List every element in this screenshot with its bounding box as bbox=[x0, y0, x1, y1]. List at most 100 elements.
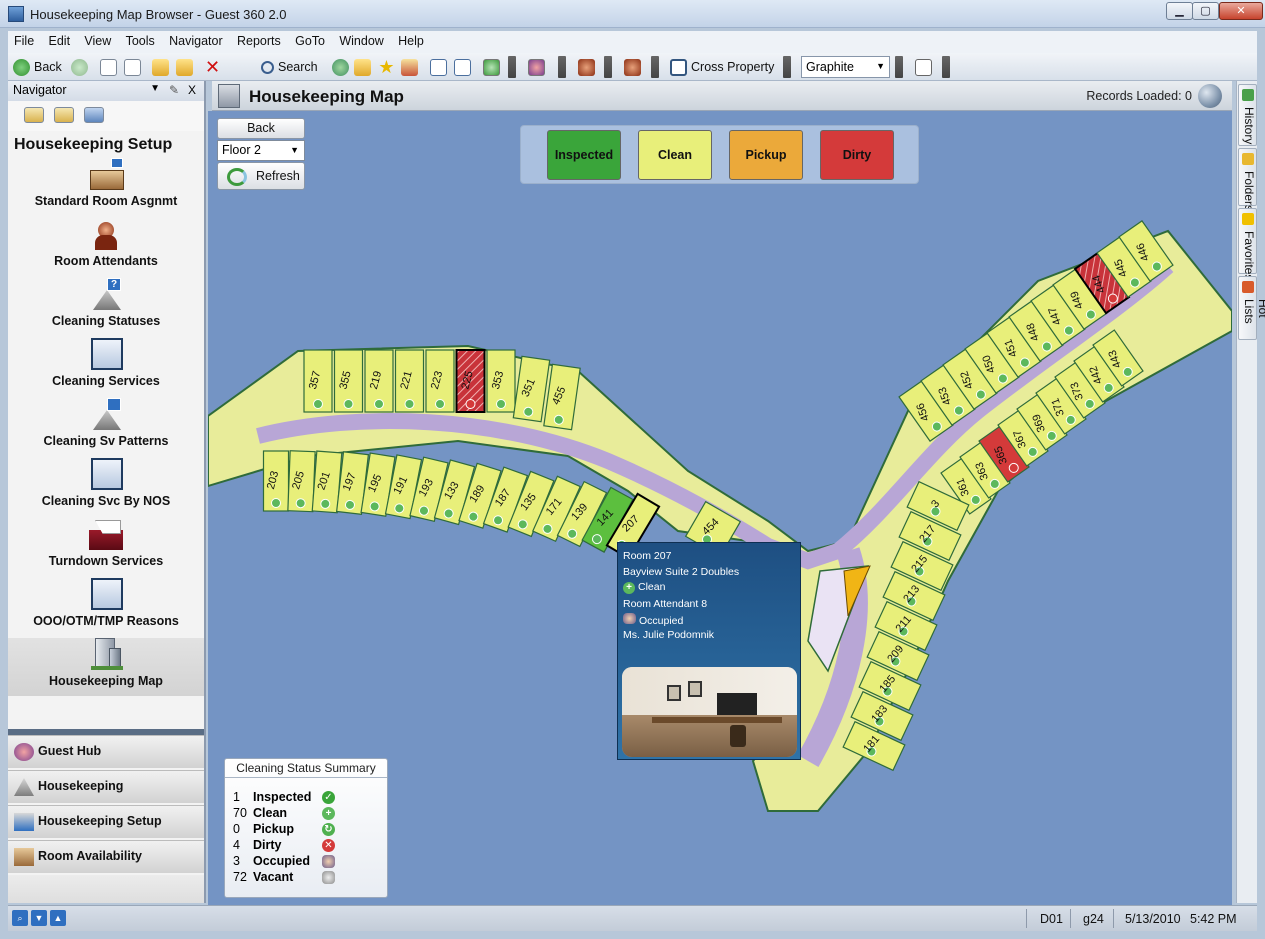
up-arrow-icon[interactable]: ▲ bbox=[50, 910, 66, 926]
cross-property-button[interactable]: Cross Property bbox=[670, 56, 774, 78]
status-bar: ⌕ ▼ ▲ D01 g24 5/13/2010 5:42 PM bbox=[8, 905, 1257, 931]
people-icon bbox=[322, 855, 335, 868]
map-refresh-button[interactable]: Refresh bbox=[217, 162, 305, 190]
legend-dirty-button[interactable]: Dirty bbox=[820, 130, 894, 180]
down-arrow-icon[interactable]: ▼ bbox=[31, 910, 47, 926]
cross-property-dropdown[interactable] bbox=[783, 56, 791, 78]
room-219[interactable]: 219 bbox=[364, 349, 394, 413]
zoom-icon[interactable]: ⌕ bbox=[12, 910, 28, 926]
nav-group-housekeeping[interactable]: Housekeeping bbox=[8, 770, 204, 803]
menu-reports[interactable]: Reports bbox=[231, 31, 286, 48]
attendant-button[interactable] bbox=[578, 56, 595, 78]
legend-inspected-button[interactable]: Inspected bbox=[547, 130, 621, 180]
nav-item-cleaning-statuses[interactable]: ? Cleaning Statuses bbox=[8, 278, 204, 336]
attendant-dropdown[interactable] bbox=[604, 56, 612, 78]
nav-item-cleaning-svc-by-nos[interactable]: Cleaning Svc By NOS bbox=[8, 458, 204, 516]
menu-help[interactable]: Help bbox=[392, 31, 429, 48]
plus-icon: + bbox=[322, 807, 335, 820]
search-button[interactable]: Search bbox=[261, 56, 318, 78]
title-bar: Housekeeping Map Browser - Guest 360 2.0… bbox=[0, 0, 1265, 28]
navigator-overflow-bar[interactable] bbox=[8, 875, 204, 903]
guests-dropdown[interactable] bbox=[558, 56, 566, 78]
navigator-tools bbox=[8, 101, 204, 131]
menu-goto[interactable]: GoTo bbox=[289, 31, 330, 48]
menu-window[interactable]: Window bbox=[333, 31, 388, 48]
building-icon bbox=[218, 84, 240, 108]
delete-button[interactable]: ✕ bbox=[204, 56, 221, 78]
panel-layout-icon bbox=[430, 58, 447, 76]
open-folder-button[interactable] bbox=[152, 56, 169, 78]
calendar-view-icon[interactable] bbox=[24, 107, 44, 123]
grid-view-icon[interactable] bbox=[54, 107, 74, 123]
phone-button[interactable] bbox=[915, 56, 932, 78]
tab-folders[interactable]: Folders bbox=[1238, 148, 1257, 211]
menu-tools[interactable]: Tools bbox=[120, 31, 160, 48]
floor-select[interactable]: Floor 2 ▼ bbox=[217, 140, 305, 161]
new-document-button[interactable] bbox=[100, 56, 117, 78]
tree-view-icon[interactable] bbox=[84, 107, 104, 123]
menu-file[interactable]: File bbox=[8, 31, 39, 48]
toolbar-dropdown[interactable] bbox=[508, 56, 516, 78]
copy-icon bbox=[124, 58, 141, 76]
edit-note-button[interactable] bbox=[401, 56, 418, 78]
menu-view[interactable]: View bbox=[78, 31, 116, 48]
theme-select[interactable]: Graphite ▼ bbox=[801, 56, 890, 78]
plus-icon bbox=[404, 399, 415, 409]
menu-navigator[interactable]: Navigator bbox=[163, 31, 228, 48]
folder-find-button[interactable] bbox=[354, 56, 371, 78]
room-221[interactable]: 221 bbox=[394, 349, 425, 413]
legend-pickup-button[interactable]: Pickup bbox=[729, 130, 803, 180]
folder-icon bbox=[1242, 153, 1254, 165]
navigator-menu-icon[interactable]: ▼ bbox=[150, 83, 160, 94]
minimize-button[interactable]: ▁ bbox=[1166, 2, 1193, 20]
right-tab-rail: History Folders Favorites Hot Lists bbox=[1236, 81, 1265, 903]
room-353[interactable]: 353 bbox=[486, 349, 516, 413]
plus-icon bbox=[320, 498, 331, 509]
phone-dropdown[interactable] bbox=[942, 56, 950, 78]
tab-history[interactable]: History bbox=[1238, 84, 1257, 146]
recycle-button[interactable] bbox=[332, 56, 349, 78]
folder-button[interactable] bbox=[176, 56, 193, 78]
room-205[interactable]: 205 bbox=[287, 450, 316, 513]
copy-document-button[interactable] bbox=[124, 56, 141, 78]
nav-group-room-availability[interactable]: Room Availability bbox=[8, 840, 204, 873]
nav-item-turndown-services[interactable]: Turndown Services bbox=[8, 518, 204, 576]
guests-button[interactable] bbox=[528, 56, 545, 78]
status-user: g24 bbox=[1083, 912, 1104, 926]
room-355[interactable]: 355 bbox=[333, 349, 364, 413]
room-225[interactable]: 225 bbox=[455, 349, 486, 413]
layout-panel-button[interactable] bbox=[430, 56, 447, 78]
tab-hot-lists[interactable]: Hot Lists bbox=[1238, 276, 1265, 340]
tab-favorites[interactable]: Favorites bbox=[1238, 208, 1257, 280]
pin-icon[interactable]: ✎ bbox=[169, 83, 179, 97]
plus-icon bbox=[344, 499, 355, 510]
maximize-button[interactable]: ▢ bbox=[1192, 2, 1219, 20]
map-back-button[interactable]: Back bbox=[217, 118, 305, 139]
nav-group-housekeeping-setup[interactable]: Housekeeping Setup bbox=[8, 805, 204, 838]
forward-button[interactable] bbox=[71, 56, 88, 78]
layout-split-button[interactable] bbox=[454, 56, 471, 78]
nav-item-housekeeping-map[interactable]: Housekeeping Map bbox=[8, 638, 204, 696]
nav-item-cleaning-services[interactable]: Cleaning Services bbox=[8, 338, 204, 396]
legend-clean-button[interactable]: Clean bbox=[638, 130, 712, 180]
nav-item-cleaning-sv-patterns[interactable]: Cleaning Sv Patterns bbox=[8, 398, 204, 456]
nav-item-room-attendants[interactable]: Room Attendants bbox=[8, 218, 204, 276]
refresh-toolbar-button[interactable] bbox=[483, 56, 500, 78]
attendant-alt-button[interactable] bbox=[624, 56, 641, 78]
nav-item-ooo-otm-tmp-reasons[interactable]: OOO/OTM/TMP Reasons bbox=[8, 578, 204, 636]
theme-dropdown[interactable] bbox=[895, 56, 903, 78]
menu-edit[interactable]: Edit bbox=[43, 31, 76, 48]
room-203[interactable]: 203 bbox=[262, 450, 290, 512]
status-time: 5:42 PM bbox=[1190, 912, 1237, 926]
attendant-alt-dropdown[interactable] bbox=[651, 56, 659, 78]
note-edit-icon bbox=[401, 58, 418, 76]
chevron-down-icon: ▼ bbox=[290, 145, 299, 155]
room-223[interactable]: 223 bbox=[425, 349, 455, 413]
room-357[interactable]: 357 bbox=[303, 349, 333, 413]
favorites-button[interactable]: ★ bbox=[378, 56, 395, 78]
close-button[interactable]: ✕ bbox=[1219, 2, 1263, 20]
navigator-close-button[interactable]: X bbox=[188, 83, 196, 97]
nav-group-guest-hub[interactable]: Guest Hub bbox=[8, 735, 204, 768]
nav-item-standard-room-asgnmt[interactable]: Standard Room Asgnmt bbox=[8, 158, 204, 216]
back-toolbar-button[interactable]: Back bbox=[13, 56, 62, 78]
